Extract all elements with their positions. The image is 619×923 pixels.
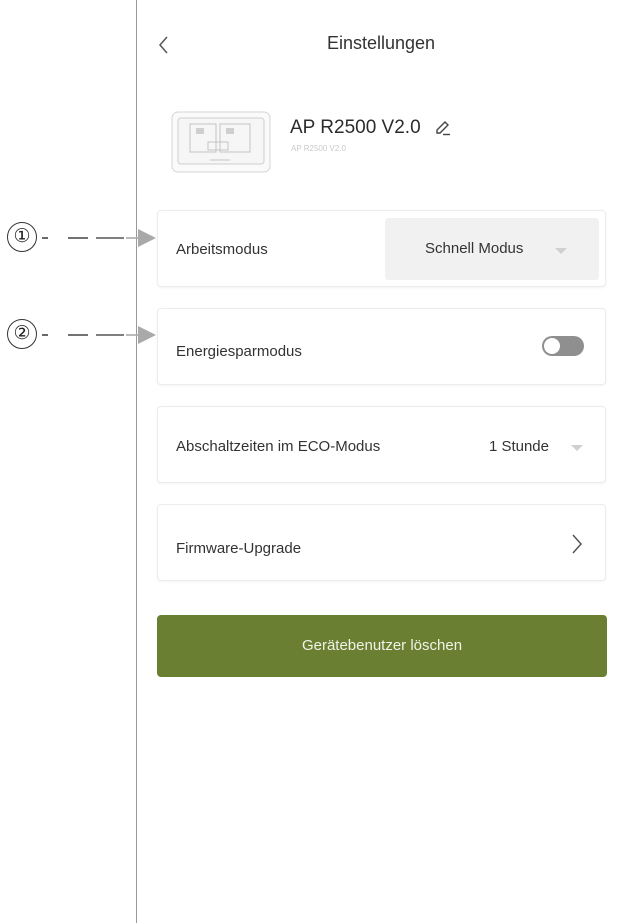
panel-divider [136,0,137,923]
firmware-label: Firmware-Upgrade [176,540,302,557]
device-image [171,111,271,173]
caret-down-icon[interactable] [571,445,583,451]
eco-shutdown-value[interactable]: 1 Stunde [489,438,549,455]
callout-arrow [42,229,156,247]
pencil-icon[interactable] [434,119,452,137]
caret-down-icon [555,248,567,254]
eco-shutdown-row: Abschaltzeiten im ECO-Modus 1 Stunde [157,406,606,483]
page-title: Einstellungen [326,33,436,53]
callout-number: ② [7,319,37,349]
work-mode-dropdown[interactable]: Schnell Modus [385,218,599,280]
energy-saving-row: Energiesparmodus [157,308,606,385]
chevron-right-icon [572,534,583,554]
callout-arrow [42,326,156,344]
callout-number: ① [7,222,37,252]
eco-shutdown-label: Abschaltzeiten im ECO-Modus [176,438,381,455]
work-mode-row: Arbeitsmodus Schnell Modus [157,210,606,287]
device-model-subtitle: AP R2500 V2.0 [291,144,347,153]
toggle-knob [544,338,560,354]
device-name: AP R2500 V2.0 [290,117,421,138]
work-mode-label: Arbeitsmodus [176,241,268,258]
energy-saving-toggle[interactable] [542,336,584,356]
firmware-row[interactable]: Firmware-Upgrade [157,504,606,581]
work-mode-value: Schnell Modus [425,240,524,257]
delete-device-user-button[interactable]: Gerätebenutzer löschen [157,615,607,677]
energy-saving-label: Energiesparmodus [176,343,302,360]
chevron-left-icon[interactable] [155,33,175,57]
